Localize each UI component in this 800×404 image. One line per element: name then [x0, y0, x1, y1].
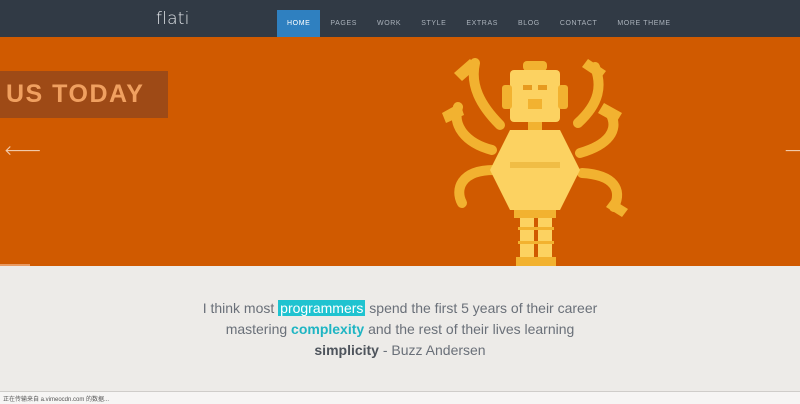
quote-line-3: simplicity - Buzz Andersen — [0, 340, 800, 361]
quote-author: - Buzz Andersen — [378, 342, 486, 358]
quote-text: and the rest of their lives learning — [364, 321, 575, 337]
browser-status-bar: 正在传输来自 a.vimeocdn.com 的数据... — [0, 391, 800, 404]
site-logo[interactable]: flati — [156, 9, 190, 29]
quote-block: I think most programmers spend the first… — [0, 298, 800, 361]
top-navbar: flati HOME PAGES WORK STYLE EXTRAS BLOG … — [0, 0, 800, 37]
quote-highlight-programmers: programmers — [278, 300, 366, 316]
nav-pages[interactable]: PAGES — [320, 10, 367, 37]
nav-style[interactable]: STYLE — [411, 10, 456, 37]
nav-work[interactable]: WORK — [367, 10, 411, 37]
quote-highlight-complexity: complexity — [291, 321, 365, 337]
nav-more-theme[interactable]: MORE THEME — [607, 10, 680, 37]
quote-text: spend the first 5 years of their career — [365, 300, 598, 316]
nav-extras[interactable]: EXTRAS — [456, 10, 508, 37]
status-text: 正在传输来自 a.vimeocdn.com 的数据... — [3, 397, 110, 403]
quote-text: mastering — [225, 321, 292, 337]
quote-text: I think most — [202, 300, 279, 316]
quote-line-2: mastering complexity and the rest of the… — [0, 319, 800, 340]
nav-contact[interactable]: CONTACT — [550, 10, 608, 37]
robot-illustration — [442, 58, 628, 266]
nav-blog[interactable]: BLOG — [508, 10, 550, 37]
hero-slider: US TODAY 🡐 🡒 — [0, 37, 800, 266]
slide-caption: US TODAY — [0, 71, 168, 118]
next-arrow-icon[interactable]: 🡒 — [784, 142, 800, 159]
prev-arrow-icon[interactable]: 🡐 — [4, 142, 42, 159]
nav-home[interactable]: HOME — [277, 10, 321, 37]
main-nav: HOME PAGES WORK STYLE EXTRAS BLOG CONTAC… — [277, 10, 681, 37]
quote-highlight-simplicity: simplicity — [314, 342, 379, 358]
quote-line-1: I think most programmers spend the first… — [0, 298, 800, 319]
slide-progress-bar — [0, 264, 30, 266]
slide-caption-text: US TODAY — [6, 80, 145, 108]
